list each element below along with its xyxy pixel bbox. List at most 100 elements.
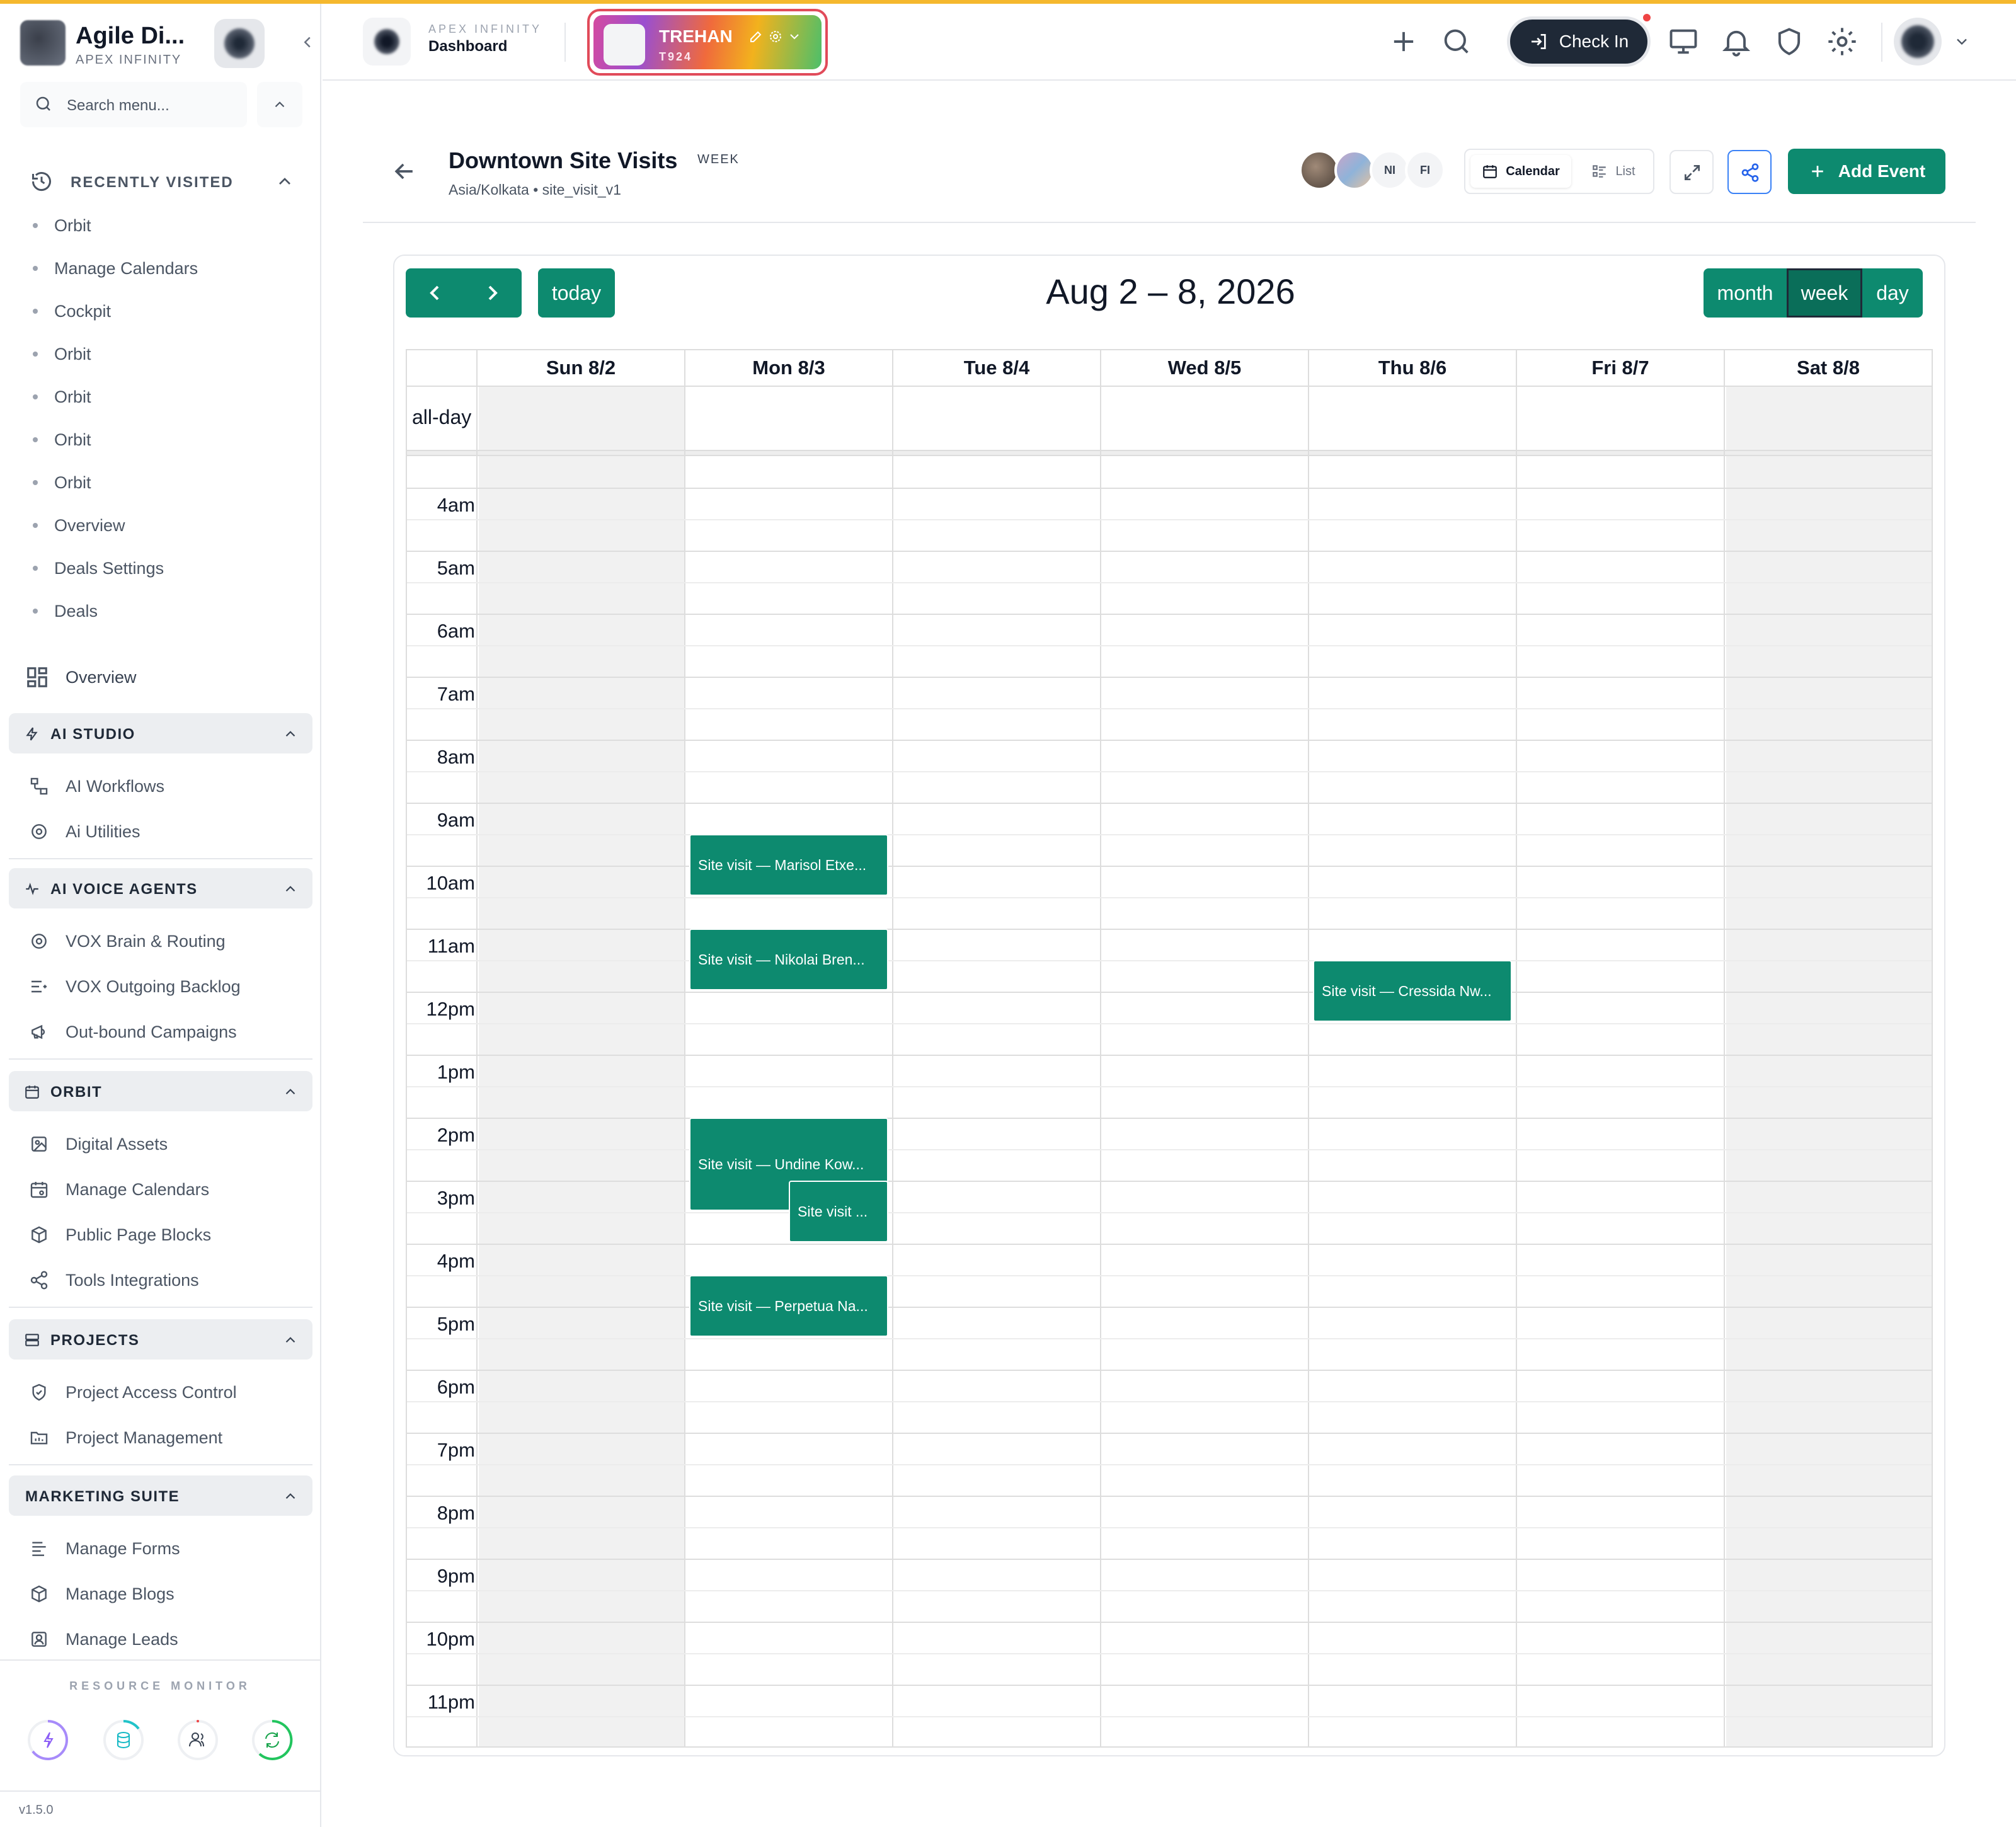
- sidebar-item-overview[interactable]: Overview: [25, 662, 302, 693]
- brand-avatar[interactable]: [214, 19, 265, 68]
- month-view-button[interactable]: month: [1704, 268, 1787, 318]
- sidebar-item-public-page-blocks[interactable]: Public Page Blocks: [9, 1212, 312, 1257]
- tenant-switcher[interactable]: TREHAN T924: [587, 9, 828, 76]
- cpu-monitor-icon[interactable]: [26, 1719, 69, 1761]
- hour-line: [407, 1685, 1932, 1686]
- half-hour-line: [407, 1401, 1932, 1402]
- all-day-divider: [407, 451, 1932, 456]
- sidebar-group-header-marketing-suite[interactable]: MARKETING SUITE: [9, 1475, 312, 1516]
- sidebar-item-digital-assets[interactable]: Digital Assets: [9, 1121, 312, 1167]
- day-header[interactable]: Sat 8/8: [1725, 350, 1933, 387]
- calendar-event[interactable]: Site visit ...: [789, 1181, 888, 1242]
- recently-visited-item[interactable]: Deals Settings: [33, 547, 297, 590]
- sidebar-group-header-projects[interactable]: PROJECTS: [9, 1319, 312, 1360]
- avatar[interactable]: [1299, 150, 1339, 190]
- sidebar-item-vox-brain-routing[interactable]: VOX Brain & Routing: [9, 919, 312, 964]
- time-label: 6am: [437, 620, 475, 642]
- recently-visited-item[interactable]: Orbit: [33, 418, 297, 461]
- recently-visited-header[interactable]: RECENTLY VISITED: [30, 166, 295, 197]
- sidebar-item-project-management[interactable]: Project Management: [9, 1415, 312, 1460]
- day-header[interactable]: Tue 8/4: [893, 350, 1101, 387]
- sidebar-item-label: Ai Utilities: [66, 822, 140, 841]
- shield-icon[interactable]: [1773, 25, 1806, 58]
- time-label: 7am: [437, 683, 475, 705]
- plus-icon[interactable]: [1387, 25, 1420, 58]
- avatar-initials[interactable]: FI: [1405, 150, 1445, 190]
- bell-icon[interactable]: [1720, 25, 1753, 58]
- recently-visited-label: RECENTLY VISITED: [71, 174, 234, 191]
- recently-visited-item[interactable]: Deals: [33, 590, 297, 633]
- calendar-view-button[interactable]: Calendar: [1470, 155, 1571, 188]
- half-hour-line: [407, 645, 1932, 646]
- recently-visited-item[interactable]: Orbit: [33, 333, 297, 375]
- sidebar-group-header-orbit[interactable]: ORBIT: [9, 1071, 312, 1111]
- search-icon[interactable]: [1440, 25, 1473, 58]
- sidebar-item-manage-blogs[interactable]: Manage Blogs: [9, 1571, 312, 1617]
- add-event-button[interactable]: Add Event: [1788, 149, 1945, 194]
- recently-visited-item[interactable]: Manage Calendars: [33, 247, 297, 290]
- day-header[interactable]: Wed 8/5: [1101, 350, 1309, 387]
- group-separator: [9, 1307, 312, 1308]
- recently-visited-item[interactable]: Cockpit: [33, 290, 297, 333]
- half-hour-line: [407, 960, 1932, 961]
- gear-icon[interactable]: [1826, 25, 1858, 58]
- back-arrow-icon[interactable]: [391, 158, 418, 185]
- time-label: 8pm: [437, 1502, 475, 1524]
- sidebar-item-manage-forms[interactable]: Manage Forms: [9, 1526, 312, 1571]
- bullet-dot: [33, 352, 38, 357]
- week-view-button[interactable]: week: [1787, 268, 1862, 318]
- resource-monitor-title: RESOURCE MONITOR: [69, 1680, 251, 1692]
- sidebar-item-ai-workflows[interactable]: AI Workflows: [9, 764, 312, 809]
- database-monitor-icon[interactable]: [102, 1719, 145, 1761]
- day-view-button[interactable]: day: [1862, 268, 1923, 318]
- day-header[interactable]: Sun 8/2: [478, 350, 685, 387]
- recently-visited-item[interactable]: Orbit: [33, 461, 297, 504]
- recently-visited-item[interactable]: Overview: [33, 504, 297, 547]
- edit-icon[interactable]: [748, 29, 764, 44]
- check-in-button[interactable]: Check In: [1507, 16, 1651, 67]
- collapse-all-button[interactable]: [257, 82, 302, 127]
- sync-monitor-icon[interactable]: [251, 1719, 294, 1761]
- sidebar-item-vox-outgoing-backlog[interactable]: VOX Outgoing Backlog: [9, 964, 312, 1009]
- sidebar-group-header-ai-studio[interactable]: AI STUDIO: [9, 713, 312, 753]
- list-view-button[interactable]: List: [1579, 155, 1648, 188]
- group-separator: [9, 858, 312, 859]
- half-hour-line: [407, 1527, 1932, 1528]
- calendar-event[interactable]: Site visit — Cressida Nw...: [1313, 960, 1512, 1022]
- users-monitor-icon[interactable]: [176, 1719, 219, 1761]
- chevron-down-icon[interactable]: [1953, 33, 1971, 50]
- gear-icon[interactable]: [768, 29, 783, 44]
- sidebar-item-project-access-control[interactable]: Project Access Control: [9, 1370, 312, 1415]
- day-header[interactable]: Fri 8/7: [1517, 350, 1725, 387]
- sidebar-item-outbound-campaigns[interactable]: Out-bound Campaigns: [9, 1009, 312, 1055]
- avatar[interactable]: [1334, 150, 1375, 190]
- sidebar-item-label: AI Workflows: [66, 776, 165, 796]
- recently-visited-label: Orbit: [54, 215, 91, 235]
- recently-visited-item[interactable]: Orbit: [33, 375, 297, 418]
- calendar-event[interactable]: Site visit — Marisol Etxe...: [689, 834, 888, 896]
- sidebar-group-label: PROJECTS: [50, 1332, 140, 1349]
- calendar-event[interactable]: Site visit — Perpetua Na...: [689, 1275, 888, 1337]
- sidebar-item-ai-utilities[interactable]: Ai Utilities: [9, 809, 312, 854]
- workspace-logo[interactable]: [363, 18, 411, 66]
- day-header[interactable]: Thu 8/6: [1309, 350, 1517, 387]
- sidebar-item-tools-integrations[interactable]: Tools Integrations: [9, 1257, 312, 1303]
- collapse-sidebar-button[interactable]: [296, 33, 319, 55]
- time-label: 10am: [426, 872, 475, 894]
- user-avatar[interactable]: [1894, 18, 1942, 66]
- avatar-initials[interactable]: NI: [1370, 150, 1410, 190]
- fullscreen-button[interactable]: [1670, 150, 1714, 194]
- event-title: Site visit — Cressida Nw...: [1322, 982, 1492, 999]
- day-header[interactable]: Mon 8/3: [685, 350, 893, 387]
- search-icon: [36, 96, 50, 111]
- chevron-up-icon: [285, 1089, 295, 1095]
- sidebar-group-header-ai-voice-agents[interactable]: AI VOICE AGENTS: [9, 868, 312, 908]
- share-button[interactable]: [1727, 150, 1772, 194]
- sidebar-item-manage-leads[interactable]: Manage Leads: [9, 1617, 312, 1662]
- chevron-down-icon[interactable]: [787, 29, 802, 44]
- sidebar-item-manage-calendars[interactable]: Manage Calendars: [9, 1167, 312, 1212]
- monitor-icon[interactable]: [1667, 25, 1700, 58]
- recently-visited-item[interactable]: Orbit: [33, 204, 297, 247]
- search-menu-input[interactable]: Search menu...: [20, 82, 247, 127]
- calendar-event[interactable]: Site visit — Nikolai Bren...: [689, 929, 888, 990]
